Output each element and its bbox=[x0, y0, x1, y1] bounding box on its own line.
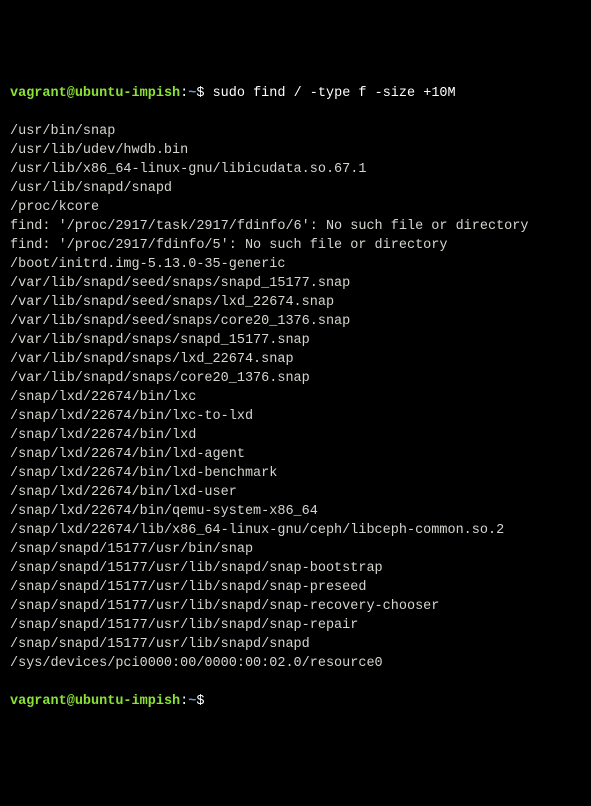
prompt-line-1: vagrant@ubuntu-impish:~$ sudo find / -ty… bbox=[10, 84, 581, 103]
output-line: /snap/lxd/22674/bin/lxd-user bbox=[10, 483, 581, 502]
output-line: /usr/bin/snap bbox=[10, 122, 581, 141]
output-line: /snap/lxd/22674/bin/lxd bbox=[10, 426, 581, 445]
prompt-line-2[interactable]: vagrant@ubuntu-impish:~$ bbox=[10, 692, 581, 711]
output-line: /var/lib/snapd/seed/snaps/snapd_15177.sn… bbox=[10, 274, 581, 293]
output-line: /var/lib/snapd/snaps/snapd_15177.snap bbox=[10, 331, 581, 350]
output-line: /snap/lxd/22674/lib/x86_64-linux-gnu/cep… bbox=[10, 521, 581, 540]
output-line: /snap/lxd/22674/bin/lxd-agent bbox=[10, 445, 581, 464]
prompt-user: vagrant bbox=[10, 86, 67, 101]
output-line: find: '/proc/2917/task/2917/fdinfo/6': N… bbox=[10, 217, 581, 236]
output-line: /usr/lib/snapd/snapd bbox=[10, 179, 581, 198]
output-line: /var/lib/snapd/snaps/core20_1376.snap bbox=[10, 369, 581, 388]
output-line: /var/lib/snapd/seed/snaps/lxd_22674.snap bbox=[10, 293, 581, 312]
output-line: /snap/snapd/15177/usr/bin/snap bbox=[10, 540, 581, 559]
output-line: /usr/lib/udev/hwdb.bin bbox=[10, 141, 581, 160]
output-line: /snap/lxd/22674/bin/qemu-system-x86_64 bbox=[10, 502, 581, 521]
output-line: /snap/snapd/15177/usr/lib/snapd/snap-pre… bbox=[10, 578, 581, 597]
prompt-at: @ bbox=[67, 694, 75, 709]
output-line: /snap/snapd/15177/usr/lib/snapd/snapd bbox=[10, 635, 581, 654]
output-line: /snap/lxd/22674/bin/lxd-benchmark bbox=[10, 464, 581, 483]
output-line: /boot/initrd.img-5.13.0-35-generic bbox=[10, 255, 581, 274]
command-text: sudo find / -type f -size +10M bbox=[213, 86, 456, 101]
output-line: /snap/snapd/15177/usr/lib/snapd/snap-rec… bbox=[10, 597, 581, 616]
output-line: /usr/lib/x86_64-linux-gnu/libicudata.so.… bbox=[10, 160, 581, 179]
prompt-path: ~ bbox=[188, 694, 196, 709]
prompt-host: ubuntu-impish bbox=[75, 86, 180, 101]
output-line: /var/lib/snapd/snaps/lxd_22674.snap bbox=[10, 350, 581, 369]
prompt-dollar: $ bbox=[196, 694, 212, 709]
output-line: /var/lib/snapd/seed/snaps/core20_1376.sn… bbox=[10, 312, 581, 331]
prompt-dollar: $ bbox=[196, 86, 212, 101]
command-output: /usr/bin/snap/usr/lib/udev/hwdb.bin/usr/… bbox=[10, 122, 581, 673]
output-line: /snap/snapd/15177/usr/lib/snapd/snap-rep… bbox=[10, 616, 581, 635]
output-line: /proc/kcore bbox=[10, 198, 581, 217]
prompt-user: vagrant bbox=[10, 694, 67, 709]
prompt-at: @ bbox=[67, 86, 75, 101]
output-line: /sys/devices/pci0000:00/0000:00:02.0/res… bbox=[10, 654, 581, 673]
output-line: /snap/lxd/22674/bin/lxc-to-lxd bbox=[10, 407, 581, 426]
prompt-host: ubuntu-impish bbox=[75, 694, 180, 709]
output-line: find: '/proc/2917/fdinfo/5': No such fil… bbox=[10, 236, 581, 255]
prompt-colon: : bbox=[180, 694, 188, 709]
output-line: /snap/lxd/22674/bin/lxc bbox=[10, 388, 581, 407]
output-line: /snap/snapd/15177/usr/lib/snapd/snap-boo… bbox=[10, 559, 581, 578]
